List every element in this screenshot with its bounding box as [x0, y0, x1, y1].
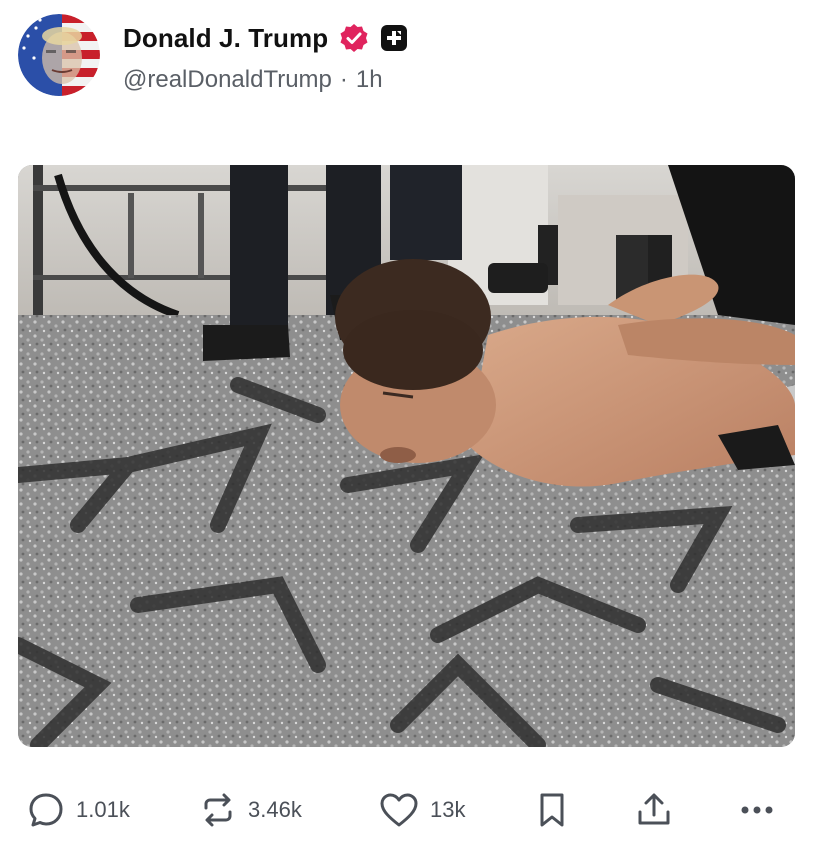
repost-button[interactable]: 3.46k	[198, 786, 302, 834]
avatar[interactable]	[18, 14, 100, 96]
meta-separator: ·	[339, 66, 348, 93]
post-action-bar: 1.01k 3.46k 13k	[26, 786, 795, 834]
plus-badge-icon	[380, 24, 408, 52]
post-header: Donald J. Trump @realDonaldTrump · 1h	[18, 14, 803, 104]
more-options-button[interactable]	[736, 786, 778, 834]
share-button[interactable]	[634, 786, 674, 834]
bookmark-icon	[532, 790, 572, 830]
author-name-row: Donald J. Trump	[123, 20, 408, 56]
post-time[interactable]: 1h	[356, 66, 383, 94]
share-icon	[634, 790, 674, 830]
bookmark-button[interactable]	[532, 786, 572, 834]
repost-count: 3.46k	[248, 797, 302, 822]
author-handle-row: @realDonaldTrump · 1h	[123, 66, 383, 94]
more-horizontal-icon	[736, 790, 778, 830]
like-button[interactable]: 13k	[378, 786, 465, 834]
heart-icon	[378, 790, 420, 830]
repost-icon	[198, 790, 238, 830]
reply-button[interactable]: 1.01k	[26, 786, 130, 834]
author-display-name[interactable]: Donald J. Trump	[123, 23, 328, 54]
reply-count: 1.01k	[76, 797, 130, 822]
reply-icon	[26, 790, 66, 830]
verified-badge-icon	[338, 22, 370, 54]
like-count: 13k	[430, 797, 466, 822]
post-photo[interactable]	[18, 165, 795, 747]
author-handle[interactable]: @realDonaldTrump	[123, 66, 332, 94]
post-view: Donald J. Trump @realDonaldTrump · 1h 1.…	[0, 0, 821, 843]
